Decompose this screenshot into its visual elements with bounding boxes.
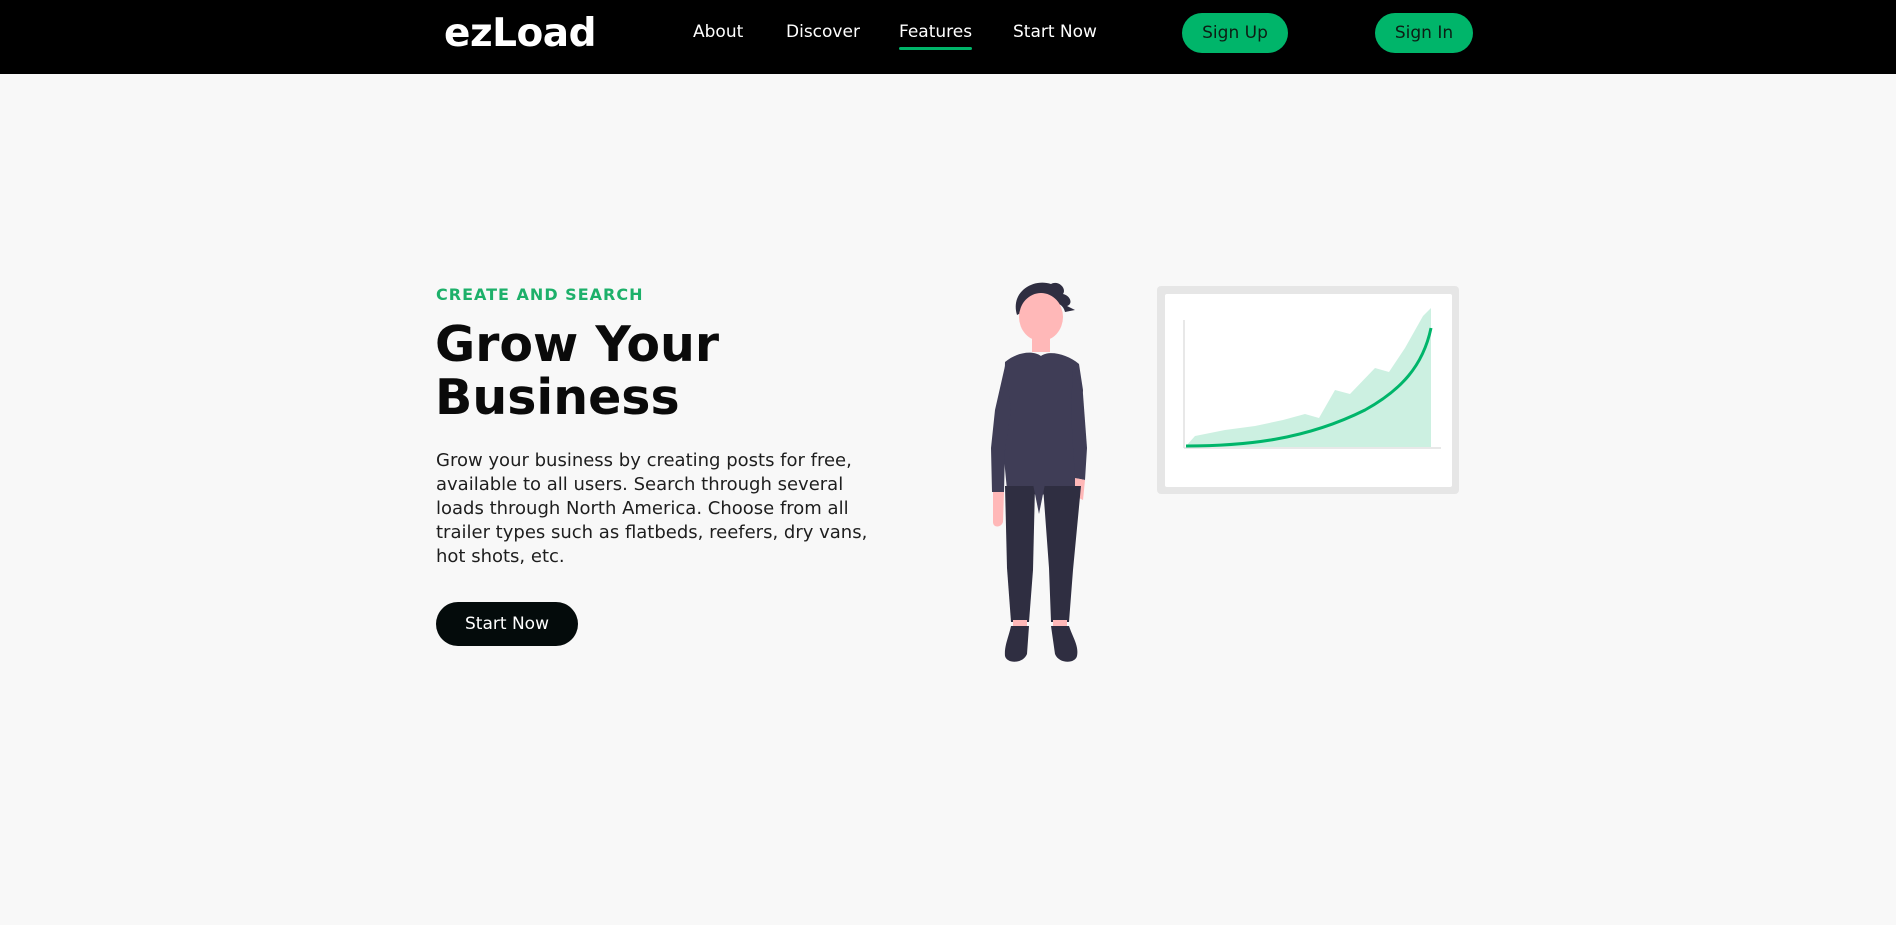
growth-chart (1157, 286, 1459, 494)
nav-link-discover[interactable]: Discover (786, 20, 860, 44)
sign-up-button[interactable]: Sign Up (1182, 13, 1288, 53)
person-figure (991, 282, 1087, 662)
start-now-button[interactable]: Start Now (436, 602, 578, 646)
hero-headline-line2: Business (435, 369, 680, 426)
hero-headline: Grow Your Business (435, 318, 855, 424)
hero-headline-line1: Grow Your (435, 316, 720, 373)
sign-in-button[interactable]: Sign In (1375, 13, 1473, 53)
logo[interactable]: ezLoad (444, 12, 597, 56)
hero-eyebrow: CREATE AND SEARCH (436, 285, 644, 304)
nav-link-features[interactable]: Features (899, 20, 973, 50)
person-with-growth-chart-illustration (991, 282, 1459, 662)
nav-link-about[interactable]: About (693, 20, 743, 44)
hero-description: Grow your business by creating posts for… (436, 450, 868, 567)
top-navbar: ezLoad About Discover Features Start Now… (0, 0, 1896, 74)
nav-link-start-now[interactable]: Start Now (1013, 20, 1097, 44)
